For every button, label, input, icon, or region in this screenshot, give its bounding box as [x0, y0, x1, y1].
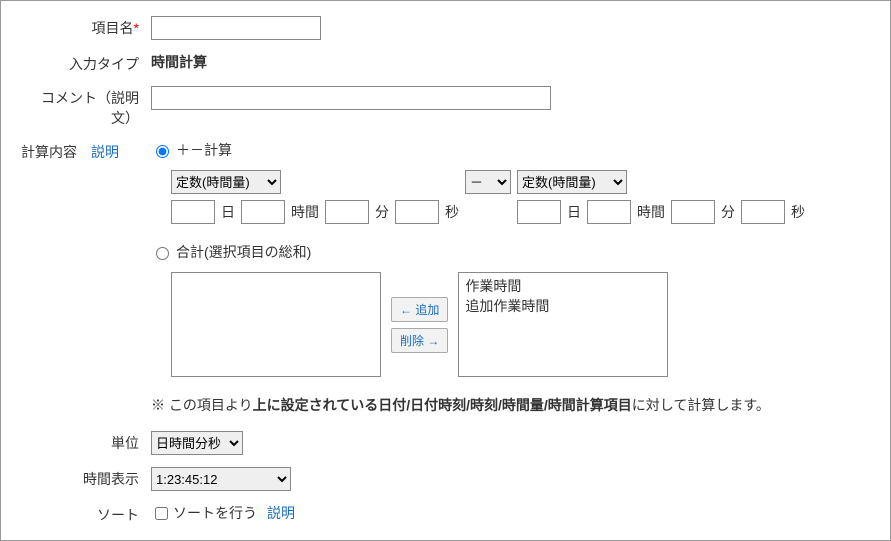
- second-unit-label-2: 秒: [791, 202, 805, 222]
- sort-explain-link[interactable]: 説明: [267, 503, 295, 523]
- selected-items-listbox[interactable]: [171, 272, 381, 377]
- right-hour-input[interactable]: [587, 200, 631, 224]
- plus-minus-radio[interactable]: [156, 145, 169, 158]
- comment-input[interactable]: [151, 86, 551, 110]
- hour-unit-label: 時間: [291, 202, 319, 222]
- left-minute-input[interactable]: [325, 200, 369, 224]
- list-item[interactable]: 追加作業時間: [465, 297, 661, 317]
- day-unit-label: 日: [221, 202, 235, 222]
- sort-checkbox-label: ソートを行う: [173, 503, 257, 523]
- right-day-input[interactable]: [517, 200, 561, 224]
- operator-select[interactable]: －: [465, 170, 511, 194]
- calc-explain-link[interactable]: 説明: [91, 142, 119, 162]
- hour-unit-label-2: 時間: [637, 202, 665, 222]
- available-items-listbox[interactable]: 作業時間 追加作業時間: [458, 272, 668, 377]
- calc-note: ※ この項目より上に設定されている日付/日付時刻/時刻/時間量/時間計算項目に対…: [151, 395, 870, 415]
- sort-label: ソート: [21, 503, 151, 525]
- left-const-select[interactable]: 定数(時間量): [171, 170, 281, 194]
- time-display-select[interactable]: 1:23:45:12: [151, 467, 291, 491]
- plus-minus-radio-label: ＋－計算: [176, 140, 232, 160]
- second-unit-label: 秒: [445, 202, 459, 222]
- right-second-input[interactable]: [741, 200, 785, 224]
- remove-button[interactable]: 削除 →: [391, 328, 448, 353]
- add-button[interactable]: ← 追加: [391, 297, 448, 322]
- input-type-value: 時間計算: [151, 54, 207, 70]
- comment-label: コメント（説明文）: [21, 86, 151, 128]
- sum-radio-label: 合計(選択項目の総和): [176, 242, 311, 262]
- time-display-label: 時間表示: [21, 467, 151, 489]
- minute-unit-label: 分: [375, 202, 389, 222]
- unit-label: 単位: [21, 431, 151, 453]
- minute-unit-label-2: 分: [721, 202, 735, 222]
- sum-radio[interactable]: [156, 247, 169, 260]
- unit-select[interactable]: 日時間分秒: [151, 431, 243, 455]
- right-const-select[interactable]: 定数(時間量): [517, 170, 627, 194]
- input-type-label: 入力タイプ: [21, 52, 151, 74]
- item-name-label: 項目名*: [21, 16, 151, 38]
- left-hour-input[interactable]: [241, 200, 285, 224]
- right-minute-input[interactable]: [671, 200, 715, 224]
- list-item[interactable]: 作業時間: [465, 277, 661, 297]
- item-name-input[interactable]: [151, 16, 321, 40]
- left-day-input[interactable]: [171, 200, 215, 224]
- left-second-input[interactable]: [395, 200, 439, 224]
- sort-checkbox[interactable]: [155, 507, 168, 520]
- calc-content-label: 計算内容 説明: [21, 140, 151, 162]
- day-unit-label-2: 日: [567, 202, 581, 222]
- required-mark: *: [134, 20, 139, 36]
